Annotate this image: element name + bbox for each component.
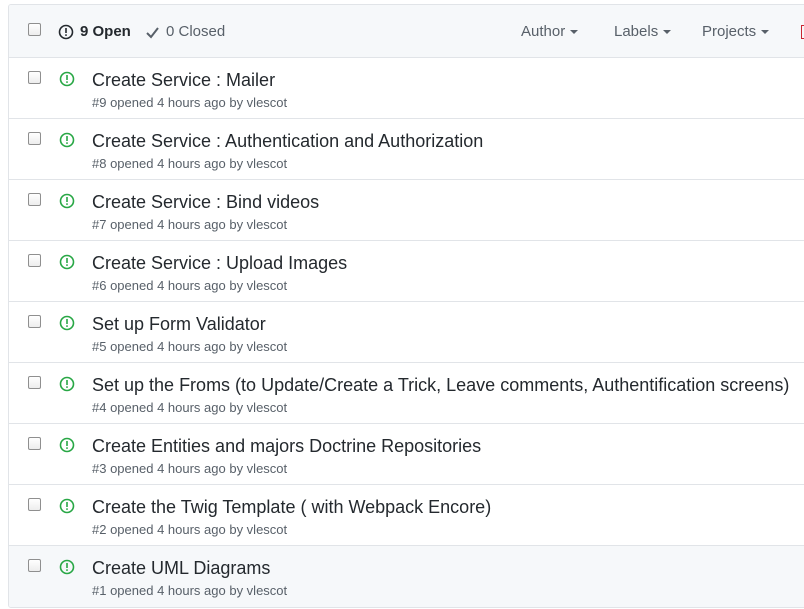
issue-meta: #4 opened 4 hours ago by vlescot	[92, 400, 288, 415]
issue-opened-icon	[59, 71, 75, 87]
issue-title-link[interactable]: Create Service : Authentication and Auth…	[92, 130, 483, 152]
select-all-checkbox[interactable]	[28, 23, 41, 36]
issue-opened-icon	[59, 254, 75, 270]
labels-filter-dropdown[interactable]: Labels	[614, 23, 672, 41]
labels-filter-label: Labels	[614, 23, 659, 40]
issue-title-link[interactable]: Set up Form Validator	[92, 313, 266, 335]
author-filter-dropdown[interactable]: Author	[521, 23, 579, 41]
issue-meta: #8 opened 4 hours ago by vlescot	[92, 156, 288, 171]
author-filter-label: Author	[521, 23, 566, 40]
issue-title-link[interactable]: Create Service : Mailer	[92, 69, 275, 91]
issue-meta: #2 opened 4 hours ago by vlescot	[92, 522, 288, 537]
issue-row[interactable]: Create UML Diagrams #1 opened 4 hours ag…	[9, 546, 804, 607]
open-issues-filter[interactable]: 9 Open	[58, 23, 131, 41]
issue-opened-icon	[59, 498, 75, 514]
issue-checkbox[interactable]	[28, 376, 41, 389]
issue-row[interactable]: Create Service : Upload Images #6 opened…	[9, 241, 804, 302]
issue-checkbox[interactable]	[28, 71, 41, 84]
issues-list: 9 Open 0 Closed Author Labels Projects C…	[8, 4, 804, 608]
projects-filter-dropdown[interactable]: Projects	[702, 23, 770, 41]
issue-meta: #6 opened 4 hours ago by vlescot	[92, 278, 288, 293]
issue-checkbox[interactable]	[28, 437, 41, 450]
issue-checkbox[interactable]	[28, 559, 41, 572]
issue-title-link[interactable]: Set up the Froms (to Update/Create a Tri…	[92, 374, 789, 396]
issue-title-link[interactable]: Create UML Diagrams	[92, 557, 270, 579]
issue-opened-icon	[59, 315, 75, 331]
issue-meta: #3 opened 4 hours ago by vlescot	[92, 461, 288, 476]
issue-row[interactable]: Create Service : Mailer #9 opened 4 hour…	[9, 58, 804, 119]
issue-checkbox[interactable]	[28, 315, 41, 328]
projects-filter-label: Projects	[702, 23, 757, 40]
issue-title-link[interactable]: Create Service : Bind videos	[92, 191, 319, 213]
issue-meta: #1 opened 4 hours ago by vlescot	[92, 583, 288, 598]
chevron-down-icon	[570, 30, 579, 34]
issue-opened-icon	[59, 437, 75, 453]
issue-row[interactable]: Create Entities and majors Doctrine Repo…	[9, 424, 804, 485]
issues-list-header: 9 Open 0 Closed Author Labels Projects	[9, 5, 804, 58]
issue-meta: #7 opened 4 hours ago by vlescot	[92, 217, 288, 232]
open-count-label: 9 Open	[80, 23, 131, 40]
issue-row[interactable]: Create Service : Authentication and Auth…	[9, 119, 804, 180]
issue-opened-icon	[59, 193, 75, 209]
chevron-down-icon	[663, 30, 672, 34]
issue-opened-icon	[59, 376, 75, 392]
issue-title-link[interactable]: Create Entities and majors Doctrine Repo…	[92, 435, 481, 457]
chevron-down-icon	[761, 30, 770, 34]
issue-title-link[interactable]: Create Service : Upload Images	[92, 252, 347, 274]
issue-row[interactable]: Create the Twig Template ( with Webpack …	[9, 485, 804, 546]
issue-meta: #9 opened 4 hours ago by vlescot	[92, 95, 288, 110]
issue-opened-icon	[59, 559, 75, 575]
closed-count-label: 0 Closed	[166, 23, 226, 40]
closed-issues-filter[interactable]: 0 Closed	[145, 23, 225, 41]
issue-checkbox[interactable]	[28, 193, 41, 206]
issue-row[interactable]: Set up the Froms (to Update/Create a Tri…	[9, 363, 804, 424]
issue-title-link[interactable]: Create the Twig Template ( with Webpack …	[92, 496, 491, 518]
issue-checkbox[interactable]	[28, 254, 41, 267]
issue-opened-icon	[58, 24, 74, 40]
issue-checkbox[interactable]	[28, 132, 41, 145]
issue-row[interactable]: Set up Form Validator #5 opened 4 hours …	[9, 302, 804, 363]
check-icon	[146, 26, 159, 39]
issue-opened-icon	[59, 132, 75, 148]
issue-checkbox[interactable]	[28, 498, 41, 511]
issue-row[interactable]: Create Service : Bind videos #7 opened 4…	[9, 180, 804, 241]
issue-meta: #5 opened 4 hours ago by vlescot	[92, 339, 288, 354]
